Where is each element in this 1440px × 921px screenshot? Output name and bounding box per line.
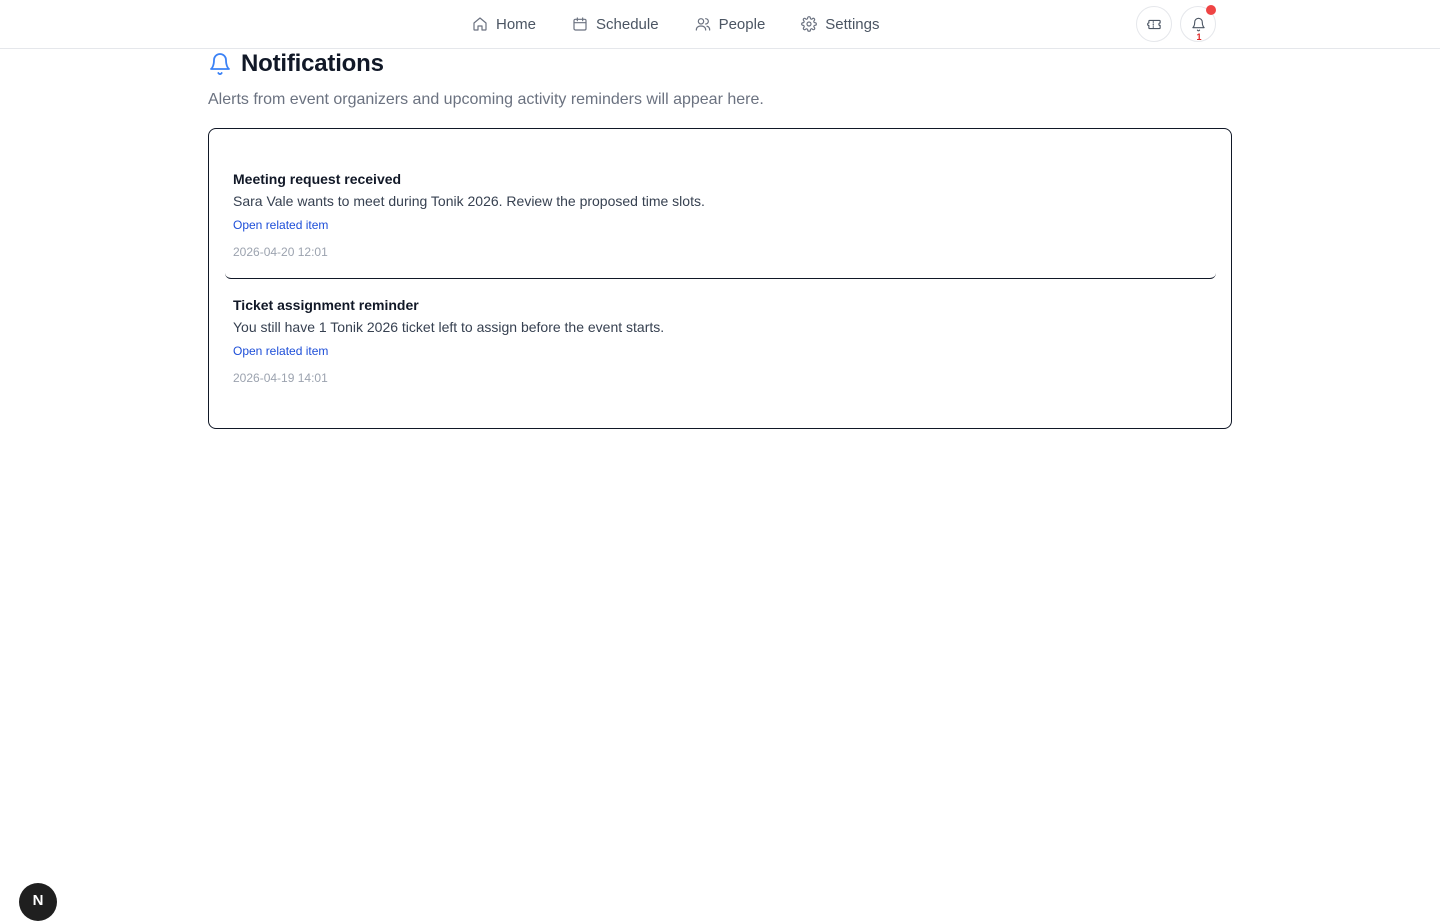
notification-timestamp: 2026-04-20 12:01	[233, 245, 328, 259]
page-header: Notifications Alerts from event organize…	[208, 50, 764, 109]
page-subtitle: Alerts from event organizers and upcomin…	[208, 91, 764, 108]
nav-settings-label: Settings	[825, 15, 880, 33]
dev-tools-button[interactable]: N	[19, 883, 57, 921]
notification-item: Meeting request received Sara Vale wants…	[233, 171, 1193, 259]
notifications-card: Meeting request received Sara Vale wants…	[208, 128, 1232, 429]
page-title: Notifications	[241, 50, 384, 77]
tickets-button[interactable]	[1136, 6, 1172, 42]
notification-item: Ticket assignment reminder You still hav…	[233, 297, 1193, 385]
gear-icon	[801, 16, 818, 32]
unread-dot	[1206, 5, 1216, 15]
title-row: Notifications	[208, 50, 764, 78]
bell-icon	[1191, 17, 1205, 31]
open-related-item-link[interactable]: Open related item	[233, 344, 328, 358]
top-navbar: Home Schedule People Settings 1	[0, 0, 1440, 49]
users-icon	[695, 18, 710, 31]
notification-title: Ticket assignment reminder	[233, 297, 419, 313]
nav-settings[interactable]: Settings	[791, 6, 889, 42]
nav-people[interactable]: People	[685, 6, 776, 42]
open-related-item-link[interactable]: Open related item	[233, 218, 328, 232]
nav-home[interactable]: Home	[462, 6, 546, 42]
nav-people-label: People	[718, 15, 766, 33]
bell-icon	[210, 53, 230, 75]
notifications-button[interactable]: 1	[1180, 5, 1216, 42]
notification-count: 1	[1196, 32, 1202, 42]
home-icon	[473, 17, 487, 31]
notification-body: You still have 1 Tonik 2026 ticket left …	[233, 319, 665, 335]
notification-divider	[225, 267, 1216, 279]
notification-title: Meeting request received	[233, 171, 402, 187]
main-nav: Home Schedule People Settings	[462, 0, 906, 48]
calendar-icon	[573, 17, 587, 31]
notification-timestamp: 2026-04-19 14:01	[233, 371, 328, 385]
notification-body: Sara Vale wants to meet during Tonik 202…	[233, 193, 705, 209]
nav-home-label: Home	[496, 15, 537, 33]
ticket-icon	[1146, 19, 1161, 29]
nav-schedule[interactable]: Schedule	[562, 6, 669, 42]
nav-schedule-label: Schedule	[596, 15, 659, 33]
